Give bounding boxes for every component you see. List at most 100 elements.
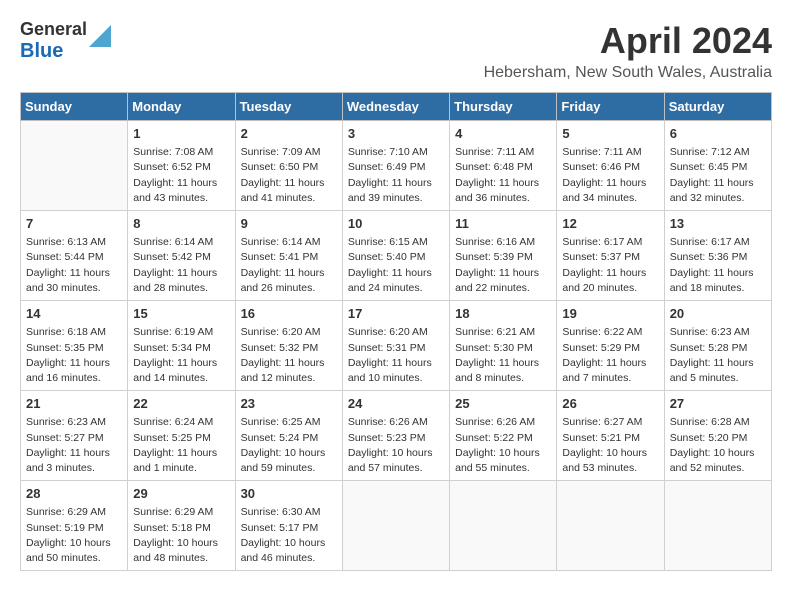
day-info: Sunrise: 7:09 AM Sunset: 6:50 PM Dayligh… bbox=[241, 145, 337, 206]
day-info: Sunrise: 6:26 AM Sunset: 5:23 PM Dayligh… bbox=[348, 415, 444, 476]
day-number: 24 bbox=[348, 395, 444, 413]
calendar-day-cell bbox=[21, 121, 128, 211]
calendar-day-cell: 15 Sunrise: 6:19 AM Sunset: 5:34 PM Dayli… bbox=[128, 301, 235, 391]
day-number: 17 bbox=[348, 305, 444, 323]
calendar-day-cell: 29Sunrise: 6:29 AM Sunset: 5:18 PM Dayli… bbox=[128, 481, 235, 571]
day-info: Sunrise: 6:25 AM Sunset: 5:24 PM Dayligh… bbox=[241, 415, 337, 476]
day-number: 5 bbox=[562, 125, 658, 143]
month-title: April 2024 bbox=[484, 20, 772, 62]
day-of-week-header: Saturday bbox=[664, 93, 771, 121]
day-info: Sunrise: 6:22 AM Sunset: 5:29 PM Dayligh… bbox=[562, 325, 658, 386]
location-title: Hebersham, New South Wales, Australia bbox=[484, 64, 772, 82]
day-number: 16 bbox=[241, 305, 337, 323]
day-number: 28 bbox=[26, 485, 122, 503]
day-number: 30 bbox=[241, 485, 337, 503]
day-info: Sunrise: 6:17 AM Sunset: 5:37 PM Dayligh… bbox=[562, 235, 658, 296]
calendar-week-row: 28 Sunrise: 6:29 AM Sunset: 5:19 PM Dayli… bbox=[21, 481, 772, 571]
day-number: 26 bbox=[562, 395, 658, 413]
logo: General Blue bbox=[20, 20, 111, 62]
day-number: 23 bbox=[241, 395, 337, 413]
calendar-day-cell: 5 Sunrise: 7:11 AM Sunset: 6:46 PM Daylig… bbox=[557, 121, 664, 211]
day-info: Sunrise: 7:12 AM Sunset: 6:45 PM Dayligh… bbox=[670, 145, 766, 206]
day-info: Sunrise: 6:15 AM Sunset: 5:40 PM Dayligh… bbox=[348, 235, 444, 296]
day-info: Sunrise: 6:19 AM Sunset: 5:34 PM Dayligh… bbox=[133, 325, 229, 386]
calendar-day-cell: 8 Sunrise: 6:14 AM Sunset: 5:42 PM Daylig… bbox=[128, 211, 235, 301]
logo-arrow-icon bbox=[89, 25, 111, 47]
day-info: Sunrise: 6:26 AM Sunset: 5:22 PM Dayligh… bbox=[455, 415, 551, 476]
day-info: Sunrise: 7:08 AM Sunset: 6:52 PM Dayligh… bbox=[133, 145, 229, 206]
calendar-day-cell: 9Sunrise: 6:14 AM Sunset: 5:41 PM Daylig… bbox=[235, 211, 342, 301]
logo-blue-text: Blue bbox=[20, 40, 87, 62]
calendar-day-cell: 3 Sunrise: 7:10 AM Sunset: 6:49 PM Daylig… bbox=[342, 121, 449, 211]
day-info: Sunrise: 6:28 AM Sunset: 5:20 PM Dayligh… bbox=[670, 415, 766, 476]
day-info: Sunrise: 6:29 AM Sunset: 5:19 PM Dayligh… bbox=[26, 505, 122, 566]
day-info: Sunrise: 6:27 AM Sunset: 5:21 PM Dayligh… bbox=[562, 415, 658, 476]
day-number: 6 bbox=[670, 125, 766, 143]
calendar-day-cell: 28 Sunrise: 6:29 AM Sunset: 5:19 PM Dayli… bbox=[21, 481, 128, 571]
day-number: 19 bbox=[562, 305, 658, 323]
logo-general-text: General bbox=[20, 20, 87, 40]
calendar-day-cell: 12 Sunrise: 6:17 AM Sunset: 5:37 PM Dayli… bbox=[557, 211, 664, 301]
day-info: Sunrise: 6:23 AM Sunset: 5:27 PM Dayligh… bbox=[26, 415, 122, 476]
calendar-day-cell: 11 Sunrise: 6:16 AM Sunset: 5:39 PM Dayli… bbox=[450, 211, 557, 301]
calendar-day-cell: 17Sunrise: 6:20 AM Sunset: 5:31 PM Dayli… bbox=[342, 301, 449, 391]
calendar-day-cell: 4 Sunrise: 7:11 AM Sunset: 6:48 PM Daylig… bbox=[450, 121, 557, 211]
calendar-week-row: 7Sunrise: 6:13 AM Sunset: 5:44 PM Daylig… bbox=[21, 211, 772, 301]
day-number: 27 bbox=[670, 395, 766, 413]
day-info: Sunrise: 7:10 AM Sunset: 6:49 PM Dayligh… bbox=[348, 145, 444, 206]
day-number: 22 bbox=[133, 395, 229, 413]
day-of-week-header: Sunday bbox=[21, 93, 128, 121]
day-info: Sunrise: 6:13 AM Sunset: 5:44 PM Dayligh… bbox=[26, 235, 122, 296]
calendar-day-cell: 7Sunrise: 6:13 AM Sunset: 5:44 PM Daylig… bbox=[21, 211, 128, 301]
day-info: Sunrise: 6:18 AM Sunset: 5:35 PM Dayligh… bbox=[26, 325, 122, 386]
title-section: April 2024 Hebersham, New South Wales, A… bbox=[484, 20, 772, 82]
day-info: Sunrise: 6:21 AM Sunset: 5:30 PM Dayligh… bbox=[455, 325, 551, 386]
page-header: General Blue April 2024 Hebersham, New S… bbox=[20, 20, 772, 82]
day-info: Sunrise: 6:29 AM Sunset: 5:18 PM Dayligh… bbox=[133, 505, 229, 566]
day-info: Sunrise: 6:30 AM Sunset: 5:17 PM Dayligh… bbox=[241, 505, 337, 566]
day-info: Sunrise: 6:14 AM Sunset: 5:41 PM Dayligh… bbox=[241, 235, 337, 296]
day-of-week-header: Friday bbox=[557, 93, 664, 121]
day-of-week-header: Monday bbox=[128, 93, 235, 121]
day-number: 15 bbox=[133, 305, 229, 323]
day-info: Sunrise: 7:11 AM Sunset: 6:48 PM Dayligh… bbox=[455, 145, 551, 206]
day-number: 25 bbox=[455, 395, 551, 413]
day-number: 4 bbox=[455, 125, 551, 143]
day-info: Sunrise: 7:11 AM Sunset: 6:46 PM Dayligh… bbox=[562, 145, 658, 206]
calendar-day-cell: 25 Sunrise: 6:26 AM Sunset: 5:22 PM Dayli… bbox=[450, 391, 557, 481]
day-number: 11 bbox=[455, 215, 551, 233]
calendar-header-row: SundayMondayTuesdayWednesdayThursdayFrid… bbox=[21, 93, 772, 121]
calendar-day-cell: 26 Sunrise: 6:27 AM Sunset: 5:21 PM Dayli… bbox=[557, 391, 664, 481]
calendar-day-cell: 18Sunrise: 6:21 AM Sunset: 5:30 PM Dayli… bbox=[450, 301, 557, 391]
day-number: 3 bbox=[348, 125, 444, 143]
calendar-day-cell: 14 Sunrise: 6:18 AM Sunset: 5:35 PM Dayli… bbox=[21, 301, 128, 391]
calendar-week-row: 21Sunrise: 6:23 AM Sunset: 5:27 PM Dayli… bbox=[21, 391, 772, 481]
day-number: 8 bbox=[133, 215, 229, 233]
calendar-day-cell: 13Sunrise: 6:17 AM Sunset: 5:36 PM Dayli… bbox=[664, 211, 771, 301]
calendar-day-cell: 30 Sunrise: 6:30 AM Sunset: 5:17 PM Dayli… bbox=[235, 481, 342, 571]
calendar-day-cell bbox=[664, 481, 771, 571]
calendar-day-cell: 24 Sunrise: 6:26 AM Sunset: 5:23 PM Dayli… bbox=[342, 391, 449, 481]
day-number: 20 bbox=[670, 305, 766, 323]
day-of-week-header: Thursday bbox=[450, 93, 557, 121]
calendar-day-cell: 21Sunrise: 6:23 AM Sunset: 5:27 PM Dayli… bbox=[21, 391, 128, 481]
calendar-week-row: 14 Sunrise: 6:18 AM Sunset: 5:35 PM Dayli… bbox=[21, 301, 772, 391]
day-number: 1 bbox=[133, 125, 229, 143]
calendar-day-cell: 23 Sunrise: 6:25 AM Sunset: 5:24 PM Dayli… bbox=[235, 391, 342, 481]
day-of-week-header: Wednesday bbox=[342, 93, 449, 121]
calendar-day-cell: 6 Sunrise: 7:12 AM Sunset: 6:45 PM Daylig… bbox=[664, 121, 771, 211]
calendar-day-cell: 10 Sunrise: 6:15 AM Sunset: 5:40 PM Dayli… bbox=[342, 211, 449, 301]
day-number: 12 bbox=[562, 215, 658, 233]
day-info: Sunrise: 6:17 AM Sunset: 5:36 PM Dayligh… bbox=[670, 235, 766, 296]
day-info: Sunrise: 6:16 AM Sunset: 5:39 PM Dayligh… bbox=[455, 235, 551, 296]
day-number: 14 bbox=[26, 305, 122, 323]
calendar-day-cell: 27 Sunrise: 6:28 AM Sunset: 5:20 PM Dayli… bbox=[664, 391, 771, 481]
calendar-day-cell: 22 Sunrise: 6:24 AM Sunset: 5:25 PM Dayli… bbox=[128, 391, 235, 481]
day-of-week-header: Tuesday bbox=[235, 93, 342, 121]
calendar-day-cell bbox=[342, 481, 449, 571]
day-number: 10 bbox=[348, 215, 444, 233]
day-info: Sunrise: 6:14 AM Sunset: 5:42 PM Dayligh… bbox=[133, 235, 229, 296]
day-info: Sunrise: 6:24 AM Sunset: 5:25 PM Dayligh… bbox=[133, 415, 229, 476]
calendar-day-cell bbox=[450, 481, 557, 571]
calendar-table: SundayMondayTuesdayWednesdayThursdayFrid… bbox=[20, 92, 772, 571]
